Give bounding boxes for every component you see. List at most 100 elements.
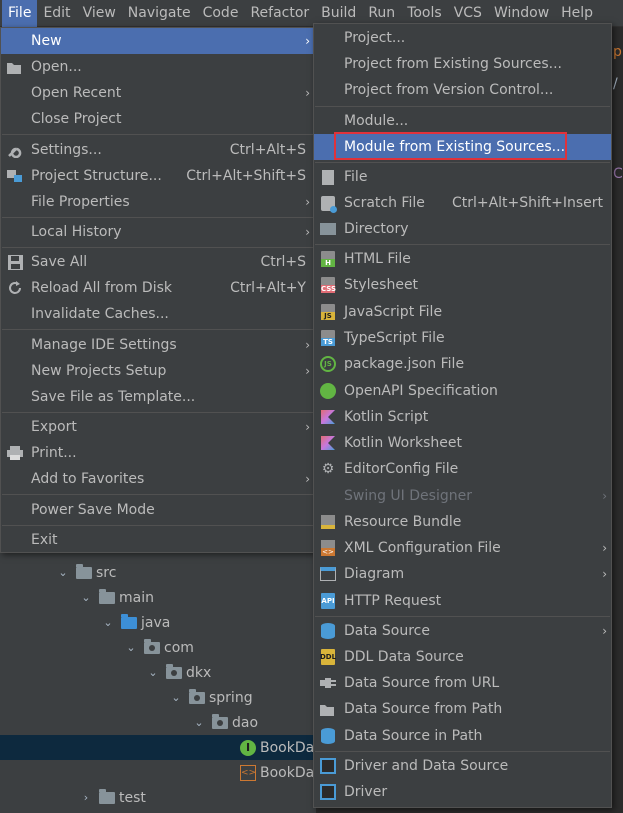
chevron-down-icon[interactable]: ⌄ [79, 591, 93, 604]
menu-item-label: HTTP Request [344, 593, 442, 609]
menu-item-resource-bundle[interactable]: Resource Bundle [314, 509, 611, 535]
menu-item-html-file[interactable]: H HTML File [314, 246, 611, 272]
menu-item-power-save[interactable]: Power Save Mode [1, 497, 314, 523]
tree-item-main[interactable]: ⌄ main [0, 585, 316, 610]
menu-item-export[interactable]: Export › [1, 414, 314, 440]
menu-item-label: Project from Version Control... [344, 82, 554, 98]
tree-item-java[interactable]: ⌄ java [0, 610, 316, 635]
tree-item-dao[interactable]: ⌄ dao [0, 710, 316, 735]
tree-item-com[interactable]: ⌄ com [0, 635, 316, 660]
menu-item-label: Settings... [31, 142, 102, 158]
tree-label: dao [232, 714, 259, 731]
menu-item-new[interactable]: New › [1, 28, 314, 54]
menu-item-add-favorites[interactable]: Add to Favorites › [1, 466, 314, 492]
directory-icon [319, 220, 337, 238]
menu-item-stylesheet[interactable]: CSS Stylesheet [314, 272, 611, 298]
menu-code[interactable]: Code [197, 0, 245, 27]
menu-item-driver[interactable]: Driver [314, 779, 611, 805]
menu-item-scratch-file[interactable]: Scratch File Ctrl+Alt+Shift+Insert [314, 190, 611, 216]
menu-separator [2, 134, 313, 135]
menu-item-settings[interactable]: Settings... Ctrl+Alt+S [1, 137, 314, 163]
menu-item-label: Power Save Mode [31, 502, 155, 518]
tree-item-bookdao-interface[interactable]: I BookDa [0, 735, 316, 760]
menu-item-package-json[interactable]: JS package.json File [314, 351, 611, 377]
tree-label: java [141, 614, 171, 631]
menu-item-openapi[interactable]: OpenAPI Specification [314, 378, 611, 404]
menu-refactor[interactable]: Refactor [244, 0, 315, 27]
menu-item-module[interactable]: Module... [314, 108, 611, 134]
menu-item-project-structure[interactable]: Project Structure... Ctrl+Alt+Shift+S [1, 163, 314, 189]
tree-item-test[interactable]: › test [0, 785, 316, 810]
menu-item-reload[interactable]: Reload All from Disk Ctrl+Alt+Y [1, 275, 314, 301]
menu-item-new-projects-setup[interactable]: New Projects Setup › [1, 358, 314, 384]
menu-view[interactable]: View [77, 0, 122, 27]
menu-item-ds-in-path[interactable]: Data Source in Path [314, 723, 611, 749]
menu-item-project-existing[interactable]: Project from Existing Sources... [314, 51, 611, 77]
menu-item-label: HTML File [344, 251, 411, 267]
menu-edit[interactable]: Edit [37, 0, 76, 27]
menu-item-ddl-data-source[interactable]: DDL DDL Data Source [314, 644, 611, 670]
menu-item-kotlin-worksheet[interactable]: Kotlin Worksheet [314, 430, 611, 456]
menu-item-local-history[interactable]: Local History › [1, 219, 314, 245]
chevron-right-icon[interactable]: › [79, 791, 93, 804]
menu-item-ds-url[interactable]: Data Source from URL [314, 670, 611, 696]
save-icon [6, 253, 24, 271]
menu-item-driver-ds[interactable]: Driver and Data Source [314, 753, 611, 779]
shortcut-label: Ctrl+Alt+Shift+Insert [451, 195, 603, 211]
menu-item-exit[interactable]: Exit [1, 527, 314, 553]
menu-item-module-existing[interactable]: Module from Existing Sources... [314, 132, 611, 160]
menu-item-http-request[interactable]: API HTTP Request [314, 588, 611, 614]
folder-icon [76, 563, 92, 579]
menu-item-typescript-file[interactable]: TS TypeScript File [314, 325, 611, 351]
html-file-icon: H [319, 250, 337, 268]
menu-item-close-project[interactable]: Close Project [1, 106, 314, 132]
menu-item-file[interactable]: File [314, 164, 611, 190]
submenu-arrow-icon: › [602, 541, 607, 555]
chevron-down-icon[interactable]: ⌄ [56, 566, 70, 579]
menu-item-project-vcs[interactable]: Project from Version Control... [314, 77, 611, 103]
nodejs-icon: JS [319, 355, 337, 373]
menu-item-data-source[interactable]: Data Source › [314, 618, 611, 644]
tree-item-src[interactable]: ⌄ src [0, 560, 316, 585]
menu-item-javascript-file[interactable]: JS JavaScript File [314, 299, 611, 325]
chevron-down-icon[interactable]: ⌄ [124, 641, 138, 654]
editor-edge-text: C [613, 166, 623, 182]
menu-item-label: Swing UI Designer [344, 488, 472, 504]
menu-item-print[interactable]: Print... [1, 440, 314, 466]
package-icon [212, 713, 228, 729]
shortcut-label: Ctrl+Alt+Shift+S [186, 168, 306, 184]
menu-item-label: Close Project [31, 111, 122, 127]
chevron-down-icon[interactable]: ⌄ [169, 691, 183, 704]
menu-item-new-project[interactable]: Project... [314, 25, 611, 51]
menu-item-save-template[interactable]: Save File as Template... [1, 384, 314, 410]
menu-file[interactable]: File [2, 0, 38, 27]
css-file-icon: CSS [319, 276, 337, 294]
open-folder-icon [6, 58, 24, 76]
menu-item-invalidate-caches[interactable]: Invalidate Caches... [1, 301, 314, 327]
menu-item-file-properties[interactable]: File Properties › [1, 189, 314, 215]
menu-navigate[interactable]: Navigate [122, 0, 197, 27]
menu-item-xml-config[interactable]: <> XML Configuration File › [314, 535, 611, 561]
menu-item-label: Open... [31, 59, 82, 75]
menu-item-ds-path[interactable]: Data Source from Path [314, 696, 611, 722]
tree-label: BookDa [260, 764, 315, 781]
menu-item-swing-designer: Swing UI Designer › [314, 483, 611, 509]
chevron-down-icon[interactable]: ⌄ [192, 716, 206, 729]
menu-separator [2, 217, 313, 218]
menu-item-diagram[interactable]: Diagram › [314, 561, 611, 587]
menu-item-open[interactable]: Open... [1, 54, 314, 80]
menu-item-editorconfig[interactable]: ⚙ EditorConfig File [314, 456, 611, 482]
shortcut-label: Ctrl+S [260, 254, 306, 270]
menu-item-directory[interactable]: Directory [314, 216, 611, 242]
menu-item-kotlin-script[interactable]: Kotlin Script [314, 404, 611, 430]
menu-item-label: Driver and Data Source [344, 758, 509, 774]
chevron-down-icon[interactable]: ⌄ [101, 616, 115, 629]
menu-item-label: New Projects Setup [31, 363, 167, 379]
menu-item-manage-ide-settings[interactable]: Manage IDE Settings › [1, 332, 314, 358]
tree-item-spring[interactable]: ⌄ spring [0, 685, 316, 710]
menu-item-save-all[interactable]: Save All Ctrl+S [1, 249, 314, 275]
tree-item-dkx[interactable]: ⌄ dkx [0, 660, 316, 685]
tree-item-bookdao-xml[interactable]: <> BookDa [0, 760, 316, 785]
menu-item-open-recent[interactable]: Open Recent › [1, 80, 314, 106]
chevron-down-icon[interactable]: ⌄ [146, 666, 160, 679]
